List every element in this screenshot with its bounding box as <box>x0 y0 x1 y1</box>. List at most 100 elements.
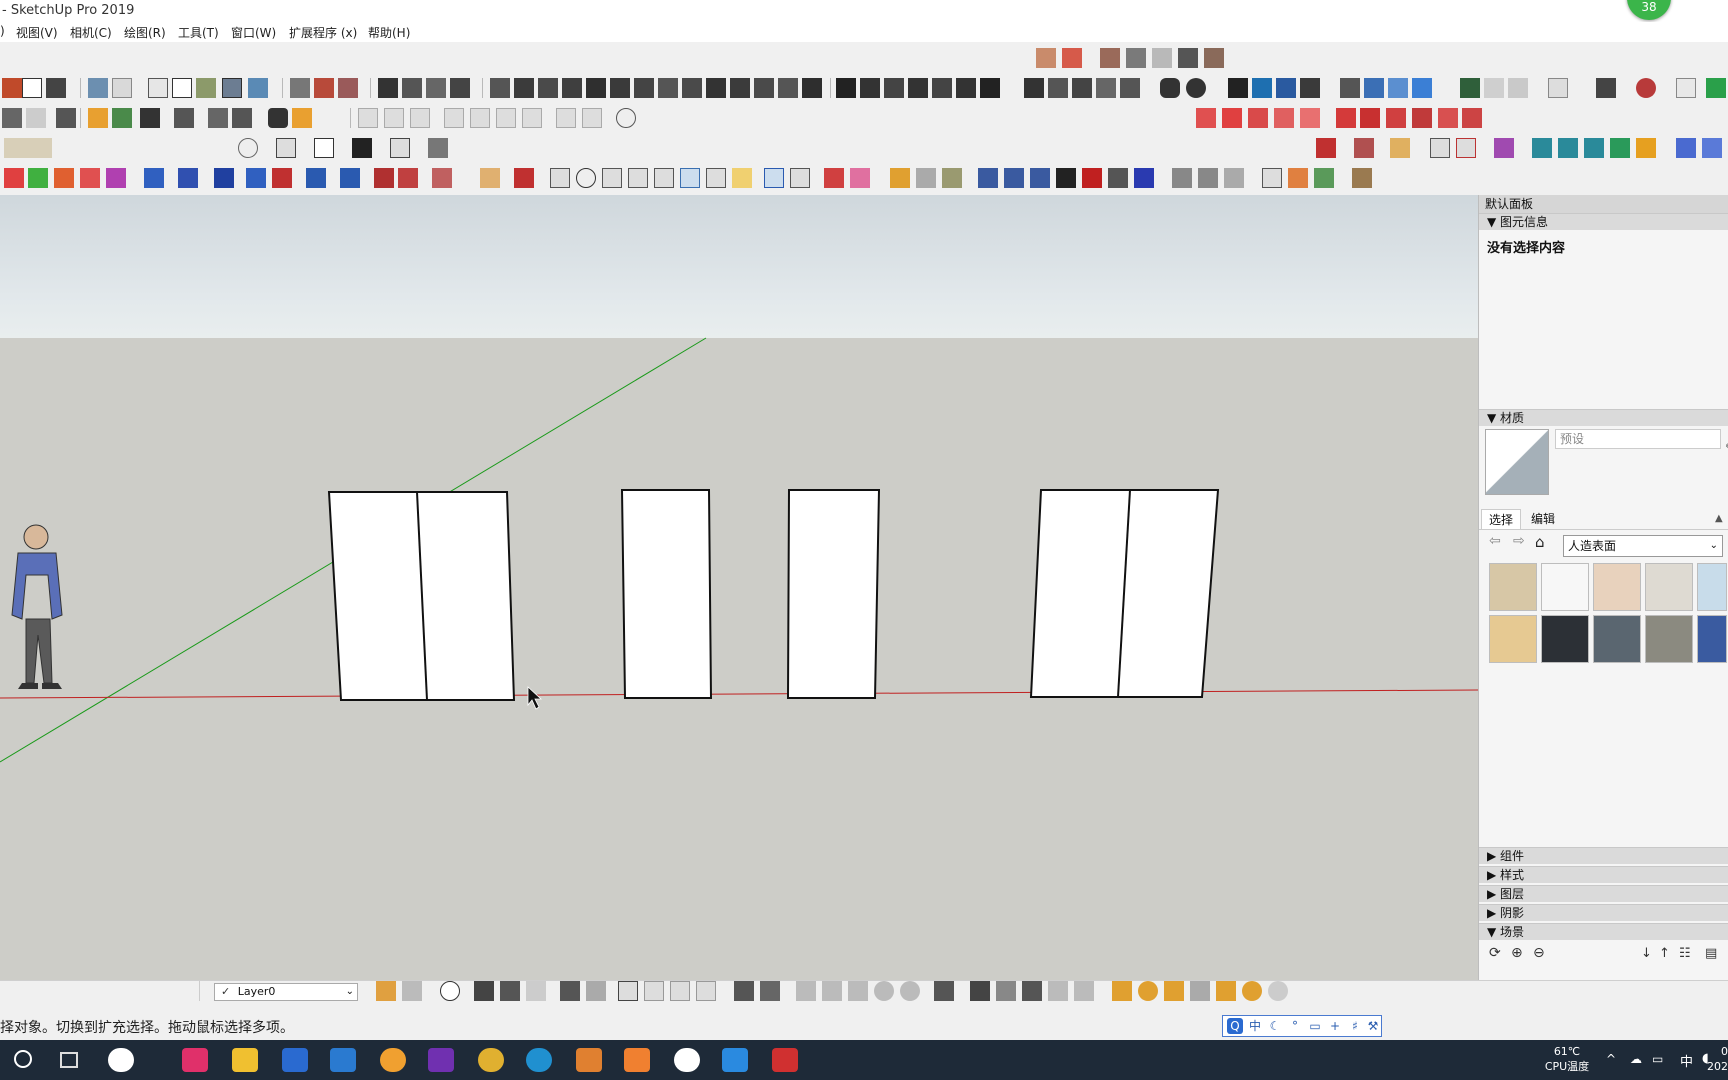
tool-icon[interactable] <box>1352 168 1372 188</box>
tool-icon[interactable] <box>1548 78 1568 98</box>
edge-icon[interactable] <box>526 1048 552 1072</box>
tool-icon[interactable] <box>634 78 654 98</box>
tool-icon[interactable] <box>1610 138 1630 158</box>
axis-icon[interactable] <box>54 168 74 188</box>
tool-icon[interactable] <box>1108 168 1128 188</box>
tool-icon[interactable] <box>178 168 198 188</box>
menu-help[interactable]: 帮助(H) <box>368 24 410 41</box>
menu-tools[interactable]: 工具(T) <box>178 24 219 41</box>
phone-icon[interactable] <box>1160 78 1180 98</box>
tool-icon[interactable] <box>432 168 452 188</box>
tool-icon[interactable] <box>658 78 678 98</box>
tool-icon[interactable] <box>556 108 576 128</box>
ime-tool-icon[interactable]: + <box>1327 1018 1343 1034</box>
tool-icon[interactable] <box>1074 981 1094 1001</box>
beam-icon[interactable] <box>426 78 446 98</box>
tool-icon[interactable] <box>956 78 976 98</box>
tool-icon[interactable] <box>1430 138 1450 158</box>
tool-icon[interactable] <box>1022 981 1042 1001</box>
material-swatch[interactable] <box>1489 563 1537 611</box>
tool-icon[interactable] <box>1388 78 1408 98</box>
box-icon[interactable] <box>942 168 962 188</box>
bub-icon[interactable] <box>1030 168 1050 188</box>
eye-icon[interactable] <box>238 138 258 158</box>
tool-icon[interactable] <box>754 78 774 98</box>
tool-icon[interactable] <box>358 108 378 128</box>
remove-scene-icon[interactable]: ⊖ <box>1533 945 1545 961</box>
tool-icon[interactable] <box>610 78 630 98</box>
tool-icon[interactable] <box>140 108 160 128</box>
video-icon[interactable] <box>722 1048 748 1072</box>
axis-icon[interactable] <box>106 168 126 188</box>
text-icon[interactable] <box>1676 78 1696 98</box>
tool-icon[interactable] <box>522 108 542 128</box>
tool-icon[interactable] <box>874 981 894 1001</box>
tool-icon[interactable] <box>1262 168 1282 188</box>
shield-icon[interactable] <box>88 108 108 128</box>
tool-icon[interactable] <box>1494 138 1514 158</box>
tool-icon[interactable] <box>340 168 360 188</box>
spiral-icon[interactable] <box>908 78 928 98</box>
tool-icon[interactable] <box>1532 138 1552 158</box>
pencil-icon[interactable] <box>514 168 534 188</box>
tool-icon[interactable] <box>764 168 784 188</box>
list-icon[interactable] <box>314 138 334 158</box>
menu-camera[interactable]: 相机(C) <box>70 24 112 41</box>
tool-icon[interactable] <box>582 108 602 128</box>
ime-chinese[interactable]: 中 <box>1247 1018 1263 1034</box>
model-viewport[interactable] <box>0 195 1478 980</box>
scale-figure[interactable] <box>11 524 63 689</box>
settings-app-icon[interactable] <box>624 1048 650 1072</box>
stairs-icon[interactable] <box>378 78 398 98</box>
tool-icon[interactable] <box>730 78 750 98</box>
tool-icon[interactable] <box>670 981 690 1001</box>
details-icon[interactable]: ▤ <box>1705 946 1717 961</box>
tool-icon[interactable] <box>480 168 500 188</box>
tool-icon[interactable] <box>1676 138 1696 158</box>
menu-view[interactable]: 视图(V) <box>16 24 58 41</box>
tool-icon[interactable] <box>1412 108 1432 128</box>
tool-icon[interactable] <box>1096 78 1116 98</box>
tool-icon[interactable] <box>760 981 780 1001</box>
tool-icon[interactable] <box>1360 108 1380 128</box>
teapot-icon[interactable] <box>474 981 494 1001</box>
tool-icon[interactable] <box>1300 78 1320 98</box>
tool-icon[interactable] <box>628 168 648 188</box>
ime-indicator[interactable]: 中 <box>1680 1051 1693 1070</box>
styles-header[interactable]: ▶ 样式 <box>1479 866 1728 883</box>
tool-icon[interactable] <box>586 78 606 98</box>
tree-icon[interactable] <box>112 108 132 128</box>
tool-icon[interactable] <box>1484 78 1504 98</box>
back-arrow-icon[interactable]: ⇦ <box>1489 533 1501 549</box>
tool-icon[interactable] <box>1702 138 1722 158</box>
stop-icon[interactable] <box>1082 168 1102 188</box>
column-icon[interactable] <box>402 78 422 98</box>
tab-select[interactable]: 选择 <box>1481 509 1521 529</box>
tool-icon[interactable] <box>1222 108 1242 128</box>
tool-icon[interactable] <box>410 108 430 128</box>
layers-icon[interactable] <box>402 981 422 1001</box>
app-icon[interactable] <box>674 1048 700 1072</box>
tool-icon[interactable] <box>1274 108 1294 128</box>
tool-icon[interactable] <box>550 168 570 188</box>
skin-icon[interactable] <box>978 168 998 188</box>
store-icon[interactable] <box>282 1048 308 1072</box>
tool-icon[interactable] <box>1508 78 1528 98</box>
menu-extensions[interactable]: 扩展程序 (x) <box>289 24 357 41</box>
home-view-icon[interactable] <box>22 78 42 98</box>
punct-icon[interactable]: ° <box>1287 1018 1303 1034</box>
mirror-icon[interactable] <box>1024 78 1044 98</box>
tool-icon[interactable] <box>1120 78 1140 98</box>
tool-icon[interactable] <box>732 168 752 188</box>
home-icon[interactable]: ⌂ <box>1535 533 1545 551</box>
tool-icon[interactable] <box>208 108 228 128</box>
section-plane-icon[interactable] <box>276 138 296 158</box>
cpu-temp-widget[interactable]: 61℃ CPU温度 <box>1540 1044 1594 1074</box>
sound-icon[interactable] <box>174 108 194 128</box>
material-swatch[interactable] <box>1645 615 1693 663</box>
tool-icon[interactable] <box>56 108 76 128</box>
tab-edit[interactable]: 编辑 <box>1523 509 1563 529</box>
globe-icon[interactable] <box>616 108 636 128</box>
circle-icon[interactable] <box>576 168 596 188</box>
back-edges-icon[interactable] <box>112 78 132 98</box>
